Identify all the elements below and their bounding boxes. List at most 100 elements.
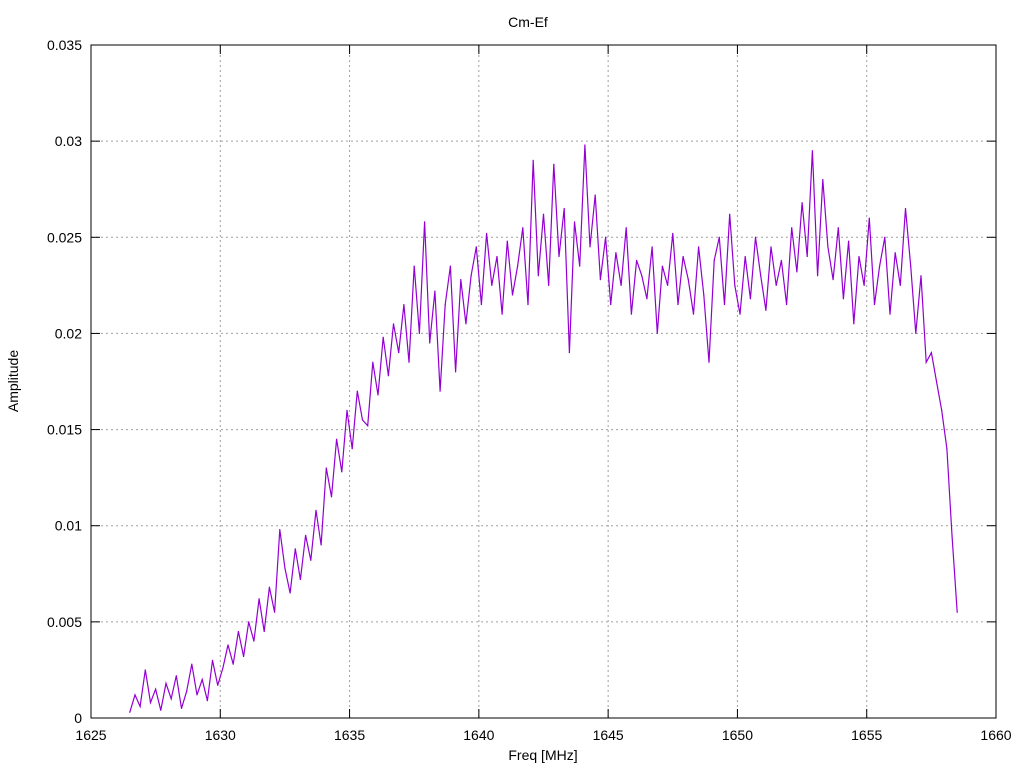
data-point — [930, 352, 932, 354]
y-tick-label: 0.015 — [47, 422, 82, 438]
data-point — [387, 375, 389, 377]
data-point — [465, 323, 467, 325]
data-point — [336, 438, 338, 440]
data-point — [775, 284, 777, 286]
data-point — [842, 298, 845, 300]
data-point — [398, 352, 400, 354]
data-point — [149, 702, 152, 704]
data-point — [599, 278, 601, 281]
data-point — [796, 271, 798, 273]
data-point — [687, 278, 689, 281]
data-point — [186, 690, 188, 692]
data-point — [491, 284, 493, 286]
data-point — [827, 246, 829, 248]
data-point — [310, 559, 312, 561]
data-point — [563, 207, 565, 210]
data-point — [946, 448, 948, 450]
data-point — [408, 361, 410, 363]
data-point — [703, 294, 705, 296]
data-point — [129, 711, 131, 713]
x-tick-label: 1655 — [851, 727, 882, 743]
grid — [91, 45, 996, 718]
data-point — [801, 202, 803, 204]
data-point — [584, 144, 586, 146]
data-point — [910, 265, 912, 267]
data-point — [935, 380, 938, 383]
data-point — [501, 313, 503, 315]
data-point — [180, 707, 183, 709]
data-point — [951, 534, 953, 536]
data-point — [418, 332, 420, 335]
data-point — [765, 309, 767, 311]
data-point — [449, 265, 452, 267]
x-tick-label: 1645 — [593, 727, 624, 743]
data-point — [160, 709, 162, 711]
series-layer — [129, 144, 958, 713]
data-point — [330, 496, 333, 498]
data-point — [242, 655, 245, 658]
data-point — [258, 598, 260, 600]
data-point — [429, 342, 431, 344]
data-point — [749, 298, 751, 300]
data-point — [496, 255, 498, 258]
data-point — [770, 246, 772, 248]
data-point — [816, 275, 819, 277]
y-axis-label: Amplitude — [5, 350, 21, 412]
data-point — [661, 265, 664, 267]
data-point — [920, 275, 922, 277]
data-point — [346, 409, 348, 411]
data-point — [785, 303, 788, 306]
data-point — [217, 684, 219, 686]
chart: 1625 1630 1635 1640 1645 1650 1655 1660 0 0.005 0.… — [5, 14, 1012, 763]
data-point — [284, 567, 286, 569]
data-point — [480, 303, 483, 306]
data-point — [692, 313, 695, 315]
data-point — [434, 290, 436, 292]
data-point — [604, 236, 607, 238]
data-point — [315, 509, 317, 511]
data-point — [377, 394, 379, 396]
data-point — [630, 313, 633, 315]
data-point — [511, 294, 514, 296]
data-point — [573, 221, 576, 223]
y-tick-label: 0 — [74, 710, 82, 726]
data-point — [915, 332, 917, 335]
data-point — [542, 213, 545, 215]
data-point — [682, 255, 684, 258]
data-point — [527, 303, 529, 306]
data-point — [196, 694, 198, 696]
x-tick-label: 1625 — [75, 727, 106, 743]
data-point — [646, 298, 648, 300]
y-tick-label: 0.01 — [55, 518, 82, 534]
data-point — [191, 663, 193, 665]
data-point — [698, 246, 700, 248]
data-point — [372, 361, 374, 363]
data-point — [517, 265, 519, 267]
data-point — [486, 232, 488, 235]
data-point — [620, 284, 622, 286]
data-point — [537, 275, 539, 277]
data-point — [635, 259, 638, 261]
data-point — [713, 259, 715, 261]
data-point — [170, 698, 172, 700]
data-point — [656, 332, 658, 335]
data-point — [320, 544, 322, 546]
data-point — [625, 227, 627, 229]
data-point — [594, 194, 596, 196]
data-point — [889, 313, 891, 315]
data-point — [279, 528, 281, 531]
data-point — [222, 667, 224, 669]
data-point — [739, 313, 741, 315]
data-point — [558, 255, 560, 258]
x-tick-label: 1650 — [722, 727, 753, 743]
data-point — [227, 644, 229, 646]
data-point — [589, 246, 591, 248]
data-point — [667, 284, 669, 286]
data-point — [305, 534, 307, 536]
y-tick-label: 0.03 — [55, 133, 82, 149]
data-point — [294, 548, 296, 550]
data-point — [879, 265, 881, 267]
data-point — [568, 352, 570, 354]
data-point — [734, 284, 736, 286]
y-tick-label: 0.035 — [47, 37, 82, 53]
